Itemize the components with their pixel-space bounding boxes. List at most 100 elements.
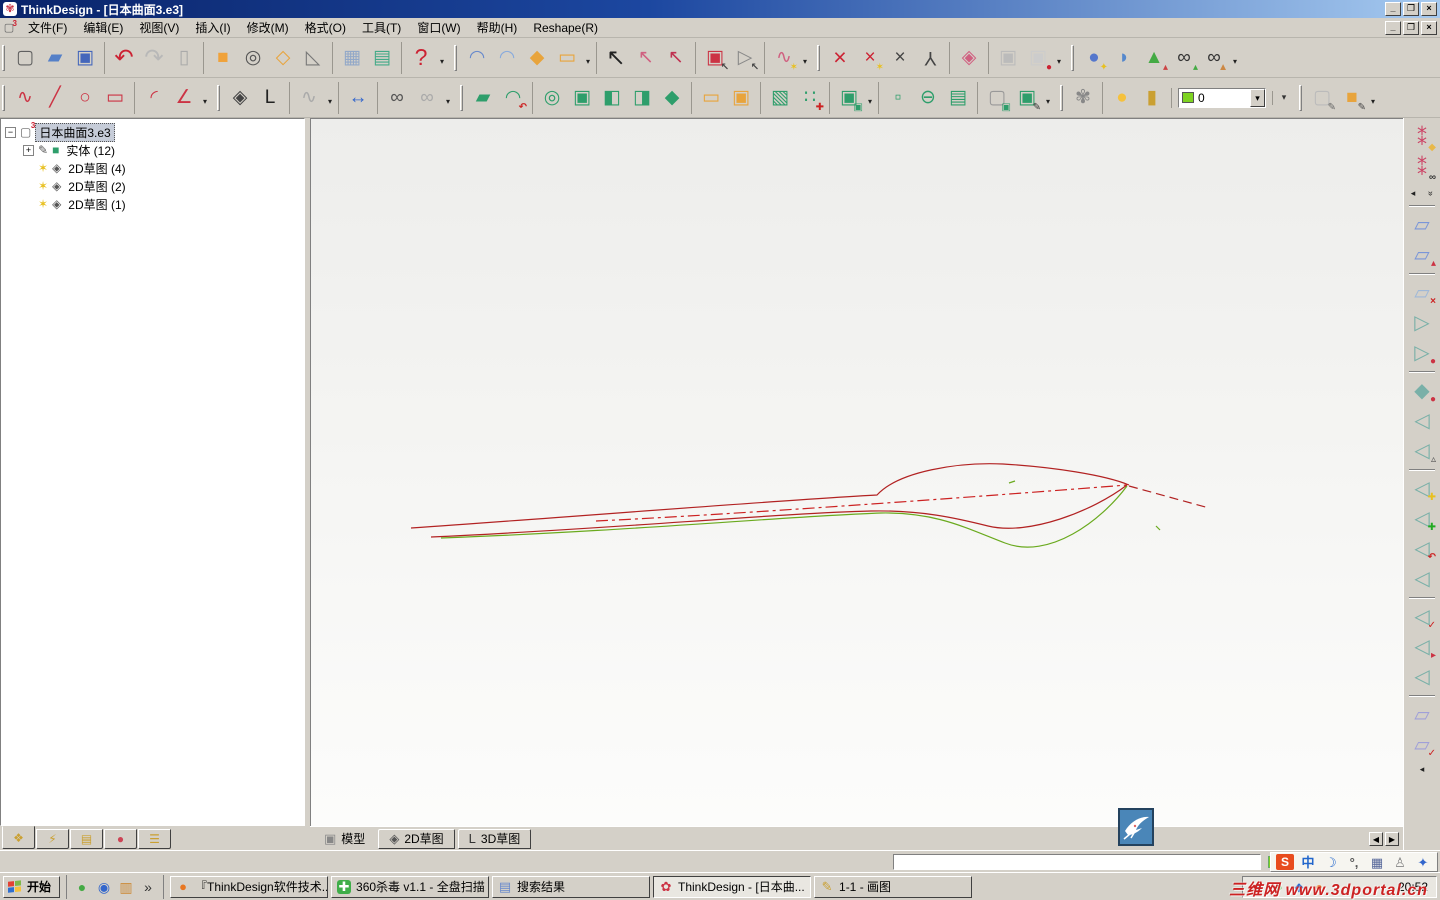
wand-preview-button[interactable]: ▢ ✎ bbox=[1307, 82, 1337, 114]
tree-item-2d-sketch-2[interactable]: ✶ ◈ 2D草图 (2) bbox=[1, 177, 304, 195]
quicklaunch-messenger-icon[interactable]: ● bbox=[72, 877, 92, 897]
edit-component-button[interactable]: ▣ ✎ ▾ bbox=[1012, 82, 1050, 114]
draft-analysis-button[interactable]: ∞ ▴ bbox=[1169, 42, 1199, 74]
insert-curve-button[interactable]: ∿ ✶ ▾ bbox=[769, 42, 807, 74]
circle-button[interactable]: ○ bbox=[70, 82, 100, 114]
centerline-dash-dot[interactable] bbox=[595, 484, 1128, 522]
toolbar-grip[interactable] bbox=[2, 44, 5, 71]
panel-tab-notes[interactable]: ▤ bbox=[70, 829, 103, 849]
thin-solid-button[interactable]: ▣ bbox=[726, 82, 756, 114]
new-document-button[interactable]: ▢ bbox=[10, 42, 40, 74]
triangle-surface-4-button[interactable]: ◁ bbox=[1407, 662, 1437, 692]
curve-tools-button[interactable]: ∿ ▾ bbox=[294, 82, 332, 114]
restore-button[interactable]: ❐ bbox=[1403, 2, 1419, 16]
flat-surface-check-button[interactable]: ▱ ✓ bbox=[1407, 730, 1437, 760]
orient-view-button[interactable]: ◇ bbox=[268, 42, 298, 74]
doc-minimize-button[interactable]: _ bbox=[1385, 20, 1401, 35]
layer-manager-button[interactable]: ✾ bbox=[1068, 82, 1098, 114]
menu-help[interactable]: 帮助(H) bbox=[469, 19, 526, 37]
boolean-union-button[interactable]: ▣ bbox=[567, 82, 597, 114]
task-360-antivirus[interactable]: ✚ 360杀毒 v1.1 - 全盘扫描 bbox=[331, 875, 490, 898]
doc-close-button[interactable]: × bbox=[1421, 20, 1437, 35]
quicklaunch-movie-maker-icon[interactable]: ▥ bbox=[116, 877, 136, 897]
flat-surface-button[interactable]: ▱ bbox=[1407, 700, 1437, 730]
start-button[interactable]: 开始 bbox=[3, 875, 61, 898]
tray-icon-2[interactable]: ● bbox=[1271, 879, 1287, 895]
triangle-surface-3-button[interactable]: ◁ bbox=[1407, 564, 1437, 594]
menu-file[interactable]: 文件(F) bbox=[20, 19, 75, 37]
menu-view[interactable]: 视图(V) bbox=[131, 19, 187, 37]
split-button[interactable]: Y bbox=[915, 42, 945, 74]
toolbar-grip[interactable] bbox=[1299, 84, 1302, 111]
mesh-edit-button[interactable]: ◈ bbox=[954, 42, 984, 74]
open-surface-button[interactable]: ▱ bbox=[1407, 210, 1437, 240]
rectangle-button[interactable]: ▭ bbox=[100, 82, 130, 114]
model-tree-panel[interactable]: − ▢ 3 日本曲面3.e3 + ✎ ■ 实体 (12) ✶ ◈ 2D草图 (4) ✶ ◈ 2D草图 (2… bbox=[0, 118, 305, 826]
menu-reshape[interactable]: Reshape(R) bbox=[525, 19, 606, 37]
open-surface-alt-button[interactable]: ▱ ▴ bbox=[1407, 240, 1437, 270]
point-solid-button[interactable]: ▫ bbox=[883, 82, 913, 114]
panel-tab-structure[interactable]: ❖ bbox=[2, 826, 35, 849]
green-tick-1[interactable] bbox=[1008, 480, 1016, 484]
undo-button[interactable]: ↶ bbox=[109, 42, 139, 74]
surface-box-button[interactable]: ▭ ▾ bbox=[552, 42, 590, 74]
menu-tools[interactable]: 工具(T) bbox=[354, 19, 409, 37]
profile-hidden-button-dropdown[interactable]: ▾ bbox=[446, 97, 450, 106]
linear-solid-button[interactable]: ▰ bbox=[468, 82, 498, 114]
pattern-feature-button[interactable]: ∷ ✚ bbox=[795, 82, 825, 114]
revolve-solid-button[interactable]: ◠ ↶ bbox=[498, 82, 528, 114]
close-button[interactable]: × bbox=[1421, 2, 1437, 16]
verify-surface-button[interactable]: ◁ ▸ bbox=[1407, 632, 1437, 662]
fold-surface-button[interactable]: ▷ bbox=[1407, 308, 1437, 338]
tray-icon-4[interactable]: ● bbox=[1311, 879, 1327, 895]
surface-cap-button[interactable]: ◠ bbox=[492, 42, 522, 74]
sogou-pinyin-icon[interactable]: S bbox=[1276, 853, 1294, 871]
render-sphere-button[interactable]: ● ✦ bbox=[1079, 42, 1109, 74]
curvature-analysis-button[interactable]: ∞ ▲ ▾ bbox=[1199, 42, 1237, 74]
toolbar-grip[interactable] bbox=[217, 84, 220, 111]
rt-scroll-left-button[interactable]: ◂ bbox=[1406, 186, 1420, 200]
panel-tab-layers[interactable]: ☰ bbox=[138, 829, 171, 849]
select-button[interactable]: ↖ bbox=[601, 42, 631, 74]
tree-root-expander[interactable]: − bbox=[5, 126, 16, 138]
fillet-button[interactable]: ◜ bbox=[139, 82, 169, 114]
document-icon[interactable]: ▢ 3 bbox=[2, 19, 17, 35]
minimize-button[interactable]: _ bbox=[1385, 2, 1401, 16]
revolve-axis-button[interactable]: ⊖ bbox=[913, 82, 943, 114]
menu-edit[interactable]: 编辑(E) bbox=[75, 19, 131, 37]
zoom-button[interactable]: ◎ bbox=[238, 42, 268, 74]
select-lasso-button[interactable]: ▷ ↖ bbox=[730, 42, 760, 74]
tray-icon-3[interactable]: ◆ bbox=[1291, 879, 1307, 895]
quicklaunch-chevron[interactable]: » bbox=[138, 877, 158, 897]
toolbar-grip[interactable] bbox=[460, 84, 463, 111]
context-help-button[interactable]: ? ▾ bbox=[406, 42, 444, 74]
report-button[interactable]: ▤ bbox=[367, 42, 397, 74]
surface-box-button-dropdown[interactable]: ▾ bbox=[586, 57, 590, 66]
menu-format[interactable]: 格式(O) bbox=[297, 19, 354, 37]
tray-icon-1[interactable]: ● bbox=[1251, 879, 1267, 895]
shaded-view-button[interactable]: ■ bbox=[208, 42, 238, 74]
sketch-2d-button[interactable]: ◈ bbox=[225, 82, 255, 114]
green-tick-2[interactable] bbox=[1155, 525, 1161, 531]
trim-button[interactable]: × bbox=[885, 42, 915, 74]
line-button[interactable]: ╱ bbox=[40, 82, 70, 114]
toolbar-grip[interactable] bbox=[454, 44, 457, 71]
insert-curve-button-dropdown[interactable]: ▾ bbox=[803, 57, 807, 66]
rt-scroll-left-2-button[interactable]: ◂ bbox=[1415, 762, 1429, 776]
ime-punctuation-icon[interactable]: °, bbox=[1345, 853, 1363, 871]
toolbar-grip[interactable] bbox=[1071, 44, 1074, 71]
toolbar-grip[interactable] bbox=[817, 44, 820, 71]
ime-halfwidth-icon[interactable]: ☽ bbox=[1322, 853, 1340, 871]
section-view-button[interactable]: ▤ bbox=[943, 82, 973, 114]
open-file-button[interactable]: ▰ bbox=[40, 42, 70, 74]
measure-angle-button[interactable]: ◺ bbox=[298, 42, 328, 74]
menu-insert[interactable]: 插入(I) bbox=[187, 19, 238, 37]
curve-tools-button-dropdown[interactable]: ▾ bbox=[328, 97, 332, 106]
toolbar-grip[interactable] bbox=[1060, 84, 1063, 111]
combine-solids-button-dropdown[interactable]: ▾ bbox=[868, 97, 872, 106]
select-flag-button[interactable]: ▣ ↖ bbox=[700, 42, 730, 74]
insert-component-button[interactable]: ▢ ▣ bbox=[982, 82, 1012, 114]
context-help-button-dropdown[interactable]: ▾ bbox=[440, 57, 444, 66]
surface-analysis-button[interactable]: ◗ bbox=[1109, 42, 1139, 74]
quicklaunch-media-player-icon[interactable]: ◉ bbox=[94, 877, 114, 897]
